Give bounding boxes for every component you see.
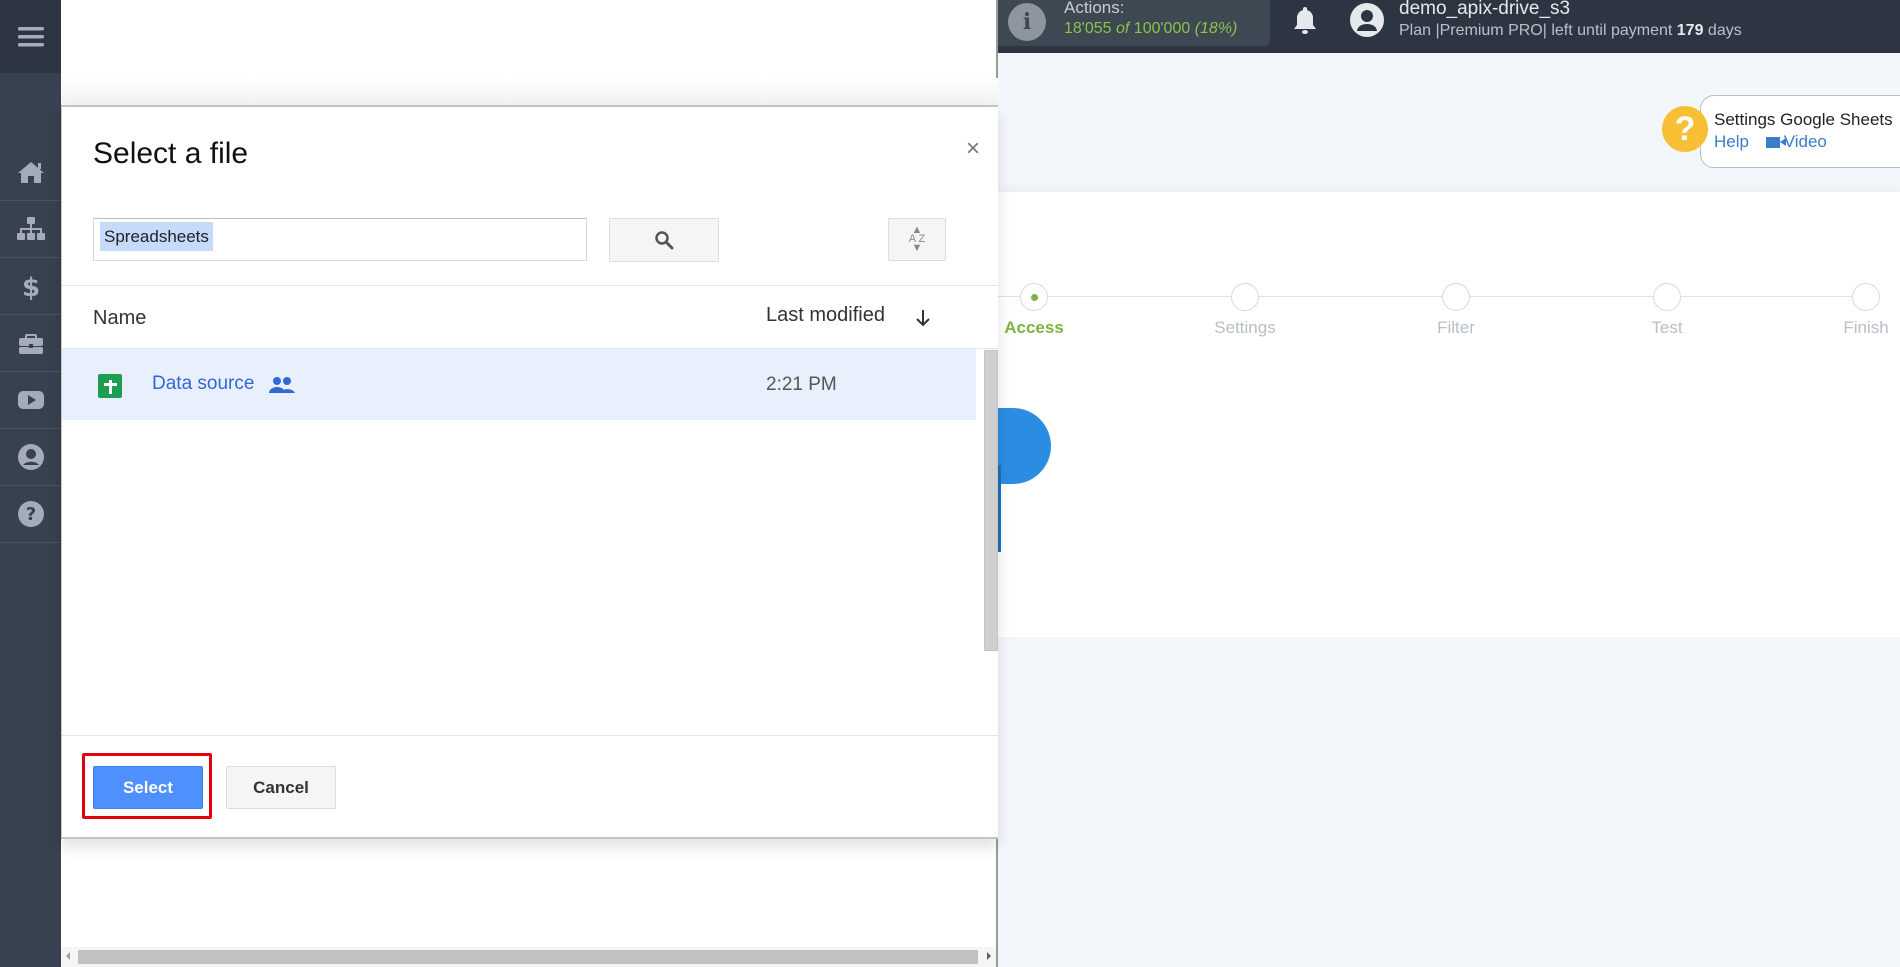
hamburger-icon [17, 26, 44, 46]
content-card [998, 192, 1900, 637]
step-test-dot[interactable] [1653, 283, 1681, 311]
menu-toggle-button[interactable] [0, 0, 61, 73]
dialog-title: Select a file [93, 137, 249, 170]
file-row[interactable]: Data source 2:21 PM [62, 349, 976, 420]
plan-days-suffix: days [1707, 22, 1742, 39]
question-circle-icon: ? [17, 501, 44, 527]
step-filter-label[interactable]: Filter [1437, 318, 1475, 338]
video-camera-icon [1765, 137, 1786, 148]
shared-users-icon [269, 377, 295, 393]
actions-label: Actions: [1064, 0, 1125, 17]
step-access-label[interactable]: Access [1004, 318, 1064, 338]
actions-used: 18'055 [1064, 20, 1112, 37]
file-name: Data source [152, 373, 255, 394]
select-button[interactable]: Select [93, 766, 203, 809]
bell-icon[interactable] [1291, 5, 1319, 35]
briefcase-icon [18, 334, 43, 354]
divider [62, 735, 999, 736]
step-settings-dot[interactable] [1231, 283, 1259, 311]
youtube-icon [17, 391, 44, 409]
svg-text:$: $ [21, 273, 39, 301]
file-picker-window: Select a file × Spreadsheets ▲ A Z ▼ Name … [61, 0, 999, 967]
step-finish-dot[interactable] [1852, 283, 1880, 311]
actions-of: of [1116, 20, 1130, 37]
steps-progress-line [998, 296, 1868, 297]
column-header-name[interactable]: Name [93, 307, 146, 330]
sidebar-item-services[interactable] [0, 315, 61, 372]
step-test-label[interactable]: Test [1651, 318, 1682, 338]
search-icon [655, 231, 674, 250]
help-title: Settings Google Sheets [1714, 110, 1893, 129]
select-file-dialog: Select a file × Spreadsheets ▲ A Z ▼ Name … [61, 105, 999, 839]
username[interactable]: demo_apix-drive_s3 [1399, 0, 1570, 20]
help-link[interactable]: Help [1714, 132, 1749, 151]
sort-descending-icon[interactable] [915, 308, 931, 328]
video-link[interactable]: Video [1765, 132, 1827, 151]
vertical-scrollbar[interactable] [984, 350, 998, 651]
actions-counter: i Actions: 18'055 of 100'000 (18%) [998, 0, 1270, 46]
actions-percent: (18%) [1194, 20, 1238, 37]
actions-count: 18'055 of 100'000 (18%) [1064, 20, 1237, 38]
google-sheets-icon [98, 374, 122, 398]
question-badge-icon: ? [1662, 106, 1708, 152]
horizontal-scrollbar[interactable] [61, 947, 996, 967]
step-finish-label[interactable]: Finish [1843, 318, 1888, 338]
sidebar-item-billing[interactable]: $ [0, 258, 61, 315]
app-sidebar: $ ? [0, 0, 61, 967]
scroll-left-icon[interactable] [66, 952, 70, 960]
info-icon: i [1008, 3, 1046, 41]
sidebar-item-connections[interactable] [0, 201, 61, 258]
sort-az-button[interactable]: ▲ A Z ▼ [888, 218, 946, 261]
plan-info: Plan |Premium PRO| left until payment 17… [1399, 22, 1742, 40]
plan-days: 179 [1676, 22, 1704, 39]
column-header-last-modified[interactable]: Last modified [766, 304, 885, 327]
divider [62, 285, 999, 286]
sidebar-item-video[interactable] [0, 372, 61, 429]
step-filter-dot[interactable] [1442, 283, 1470, 311]
sidebar-item-home[interactable] [0, 144, 61, 201]
user-avatar-icon[interactable] [1349, 2, 1385, 38]
sort-az-icon: ▲ A Z ▼ [908, 224, 926, 254]
scrollbar-thumb[interactable] [78, 950, 978, 964]
svg-text:?: ? [25, 504, 35, 525]
popup-top-fade [61, 78, 998, 106]
plan-text: Plan |Premium PRO| left until payment [1399, 22, 1673, 39]
actions-total: 100'000 [1133, 20, 1191, 37]
top-header: i Actions: 18'055 of 100'000 (18%) demo_… [998, 0, 1900, 53]
sidebar-item-help[interactable]: ? [0, 486, 61, 543]
search-button[interactable] [609, 218, 719, 262]
help-links: Help Video [1714, 132, 1827, 152]
scroll-right-icon[interactable] [987, 952, 991, 960]
home-icon [17, 162, 44, 183]
search-input-value: Spreadsheets [100, 222, 213, 251]
dollar-icon: $ [21, 273, 39, 301]
user-circle-icon [17, 444, 44, 470]
search-input[interactable]: Spreadsheets [93, 218, 587, 261]
sitemap-icon [16, 217, 45, 240]
sidebar-item-profile[interactable] [0, 429, 61, 486]
step-settings-label[interactable]: Settings [1214, 318, 1275, 338]
file-modified: 2:21 PM [766, 374, 837, 395]
cancel-button[interactable]: Cancel [226, 766, 336, 809]
step-access-dot[interactable] [1020, 283, 1048, 311]
close-icon[interactable]: × [966, 135, 980, 163]
video-link-label: Video [1783, 132, 1827, 151]
